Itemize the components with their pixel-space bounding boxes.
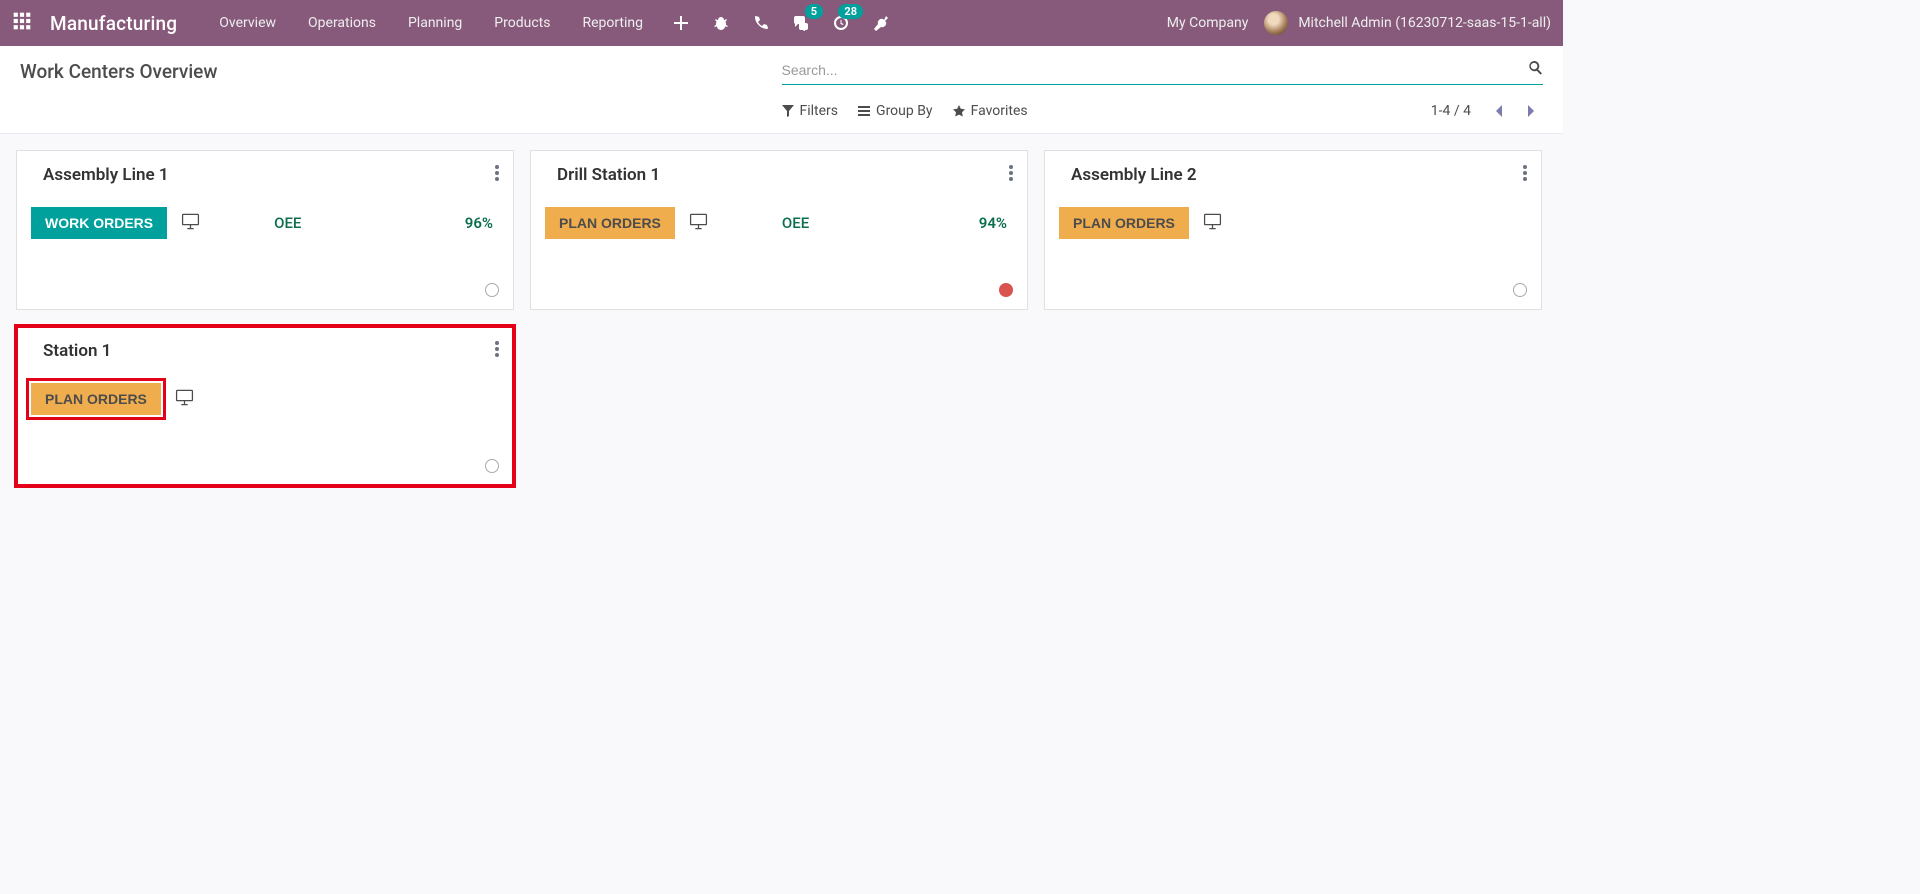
bug-icon[interactable]: [711, 13, 731, 33]
pager-text: 1-4 / 4: [1431, 103, 1471, 119]
workcenter-card[interactable]: Drill Station 1 PLAN ORDERS OEE 94%: [530, 150, 1028, 310]
pager: 1-4 / 4: [1431, 99, 1543, 123]
apps-icon[interactable]: [12, 11, 50, 35]
nav-operations[interactable]: Operations: [292, 0, 392, 46]
brand-title[interactable]: Manufacturing: [50, 12, 177, 35]
nav-products[interactable]: Products: [478, 0, 566, 46]
kanban-view: Assembly Line 1 WORK ORDERS OEE 96% Drill St…: [0, 134, 1563, 502]
search-bar[interactable]: [782, 60, 1544, 85]
activities-icon[interactable]: 28: [831, 13, 851, 33]
user-menu[interactable]: Mitchell Admin (16230712-saas-15-1-all): [1298, 15, 1551, 31]
oee-label[interactable]: OEE: [782, 214, 809, 232]
oee-value: 94%: [979, 214, 1007, 232]
nav-links: Overview Operations Planning Products Re…: [203, 0, 659, 46]
filters-button[interactable]: Filters: [782, 103, 839, 119]
pager-prev[interactable]: [1487, 99, 1511, 123]
card-menu-icon[interactable]: [1009, 165, 1013, 185]
monitor-icon[interactable]: [181, 212, 200, 235]
activities-badge: 28: [838, 4, 863, 19]
pager-next[interactable]: [1519, 99, 1543, 123]
wrench-icon[interactable]: [871, 13, 891, 33]
messages-badge: 5: [805, 4, 823, 19]
nav-overview[interactable]: Overview: [203, 0, 292, 46]
messages-icon[interactable]: 5: [791, 13, 811, 33]
monitor-icon[interactable]: [689, 212, 708, 235]
card-menu-icon[interactable]: [495, 165, 499, 185]
star-icon: [953, 105, 965, 117]
card-title: Assembly Line 1: [43, 165, 499, 185]
groupby-button[interactable]: Group By: [858, 103, 933, 119]
filter-icon: [782, 105, 794, 117]
card-title: Station 1: [43, 341, 499, 361]
card-menu-icon[interactable]: [1523, 165, 1527, 185]
oee-label[interactable]: OEE: [274, 214, 301, 232]
plan-orders-button[interactable]: PLAN ORDERS: [545, 207, 675, 239]
nav-planning[interactable]: Planning: [392, 0, 478, 46]
monitor-icon[interactable]: [1203, 212, 1222, 235]
plan-orders-button[interactable]: PLAN ORDERS: [1059, 207, 1189, 239]
company-selector[interactable]: My Company: [1167, 15, 1249, 31]
plus-icon[interactable]: [671, 13, 691, 33]
card-title: Drill Station 1: [557, 165, 1013, 185]
workcenter-card[interactable]: Station 1 PLAN ORDERS: [16, 326, 514, 486]
workcenter-card[interactable]: Assembly Line 1 WORK ORDERS OEE 96%: [16, 150, 514, 310]
oee-value: 96%: [465, 214, 493, 232]
list-icon: [858, 105, 870, 117]
phone-icon[interactable]: [751, 13, 771, 33]
plan-orders-button[interactable]: PLAN ORDERS: [31, 383, 161, 415]
page-title: Work Centers Overview: [20, 60, 782, 83]
status-dot[interactable]: [485, 283, 499, 297]
card-menu-icon[interactable]: [495, 341, 499, 361]
workcenter-card[interactable]: Assembly Line 2 PLAN ORDERS: [1044, 150, 1542, 310]
favorites-button[interactable]: Favorites: [953, 103, 1028, 119]
monitor-icon[interactable]: [175, 388, 194, 411]
search-input[interactable]: [782, 62, 1529, 78]
card-title: Assembly Line 2: [1071, 165, 1527, 185]
control-panel: Work Centers Overview Filters Group By F…: [0, 46, 1563, 134]
status-dot[interactable]: [1513, 283, 1527, 297]
nav-reporting[interactable]: Reporting: [566, 0, 659, 46]
top-navbar: Manufacturing Overview Operations Planni…: [0, 0, 1563, 46]
avatar[interactable]: [1264, 11, 1288, 35]
search-icon[interactable]: [1528, 60, 1543, 79]
status-dot[interactable]: [999, 283, 1013, 297]
nav-icon-row: 5 28: [671, 13, 891, 33]
work-orders-button[interactable]: WORK ORDERS: [31, 207, 167, 239]
status-dot[interactable]: [485, 459, 499, 473]
